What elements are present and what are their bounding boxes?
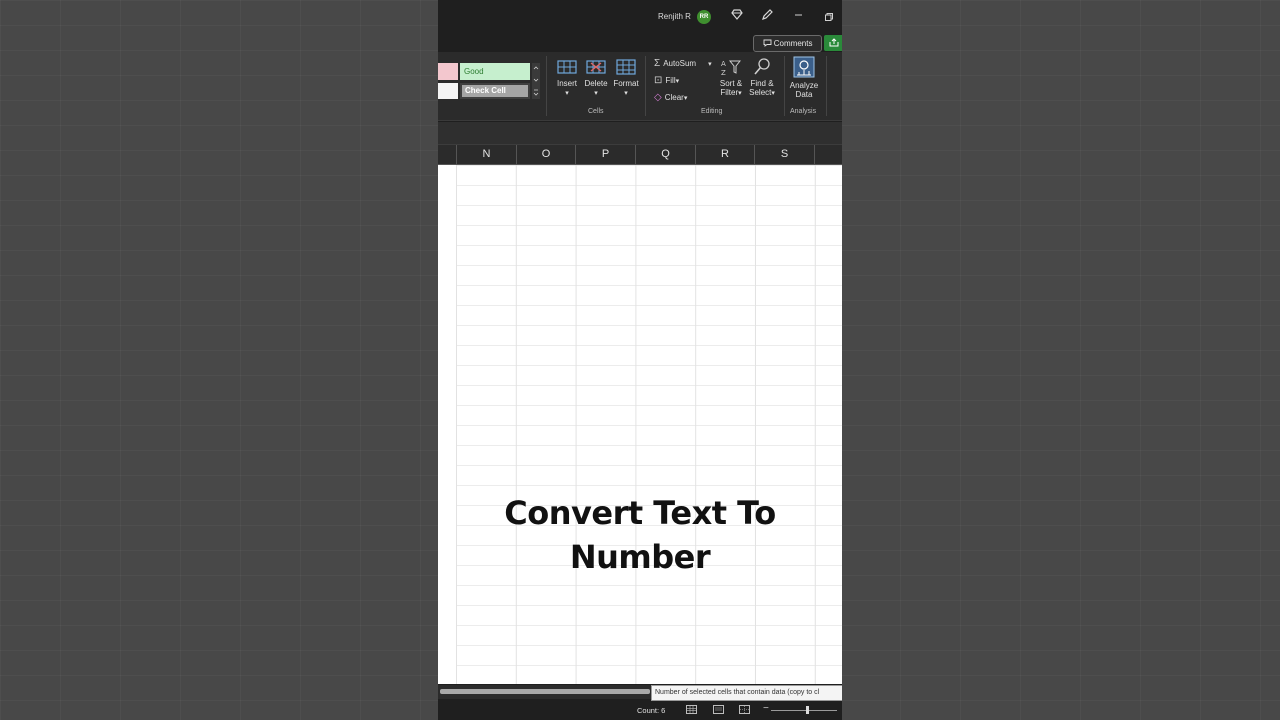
- analyze-data-icon: [793, 56, 815, 78]
- analysis-group-label: Analysis: [790, 108, 817, 115]
- row-header-corner[interactable]: [438, 145, 457, 164]
- style-good[interactable]: Good: [460, 63, 530, 80]
- column-header-r[interactable]: R: [696, 145, 755, 164]
- comments-label: Comments: [773, 39, 813, 48]
- column-header-partial[interactable]: [815, 145, 842, 164]
- normal-view-icon[interactable]: [686, 705, 697, 714]
- delete-cells-icon: [586, 60, 606, 74]
- user-avatar[interactable]: RR: [697, 10, 711, 24]
- column-header-o[interactable]: O: [517, 145, 576, 164]
- page-break-view-icon[interactable]: [739, 705, 750, 714]
- cells-group-label: Cells: [588, 108, 604, 115]
- restore-icon[interactable]: [825, 12, 833, 24]
- page-layout-view-icon[interactable]: [713, 705, 724, 714]
- editing-group-label: Editing: [701, 108, 723, 115]
- eraser-icon: ◇: [654, 92, 662, 103]
- find-select-label-2: Select: [749, 88, 772, 97]
- comments-button[interactable]: Comments: [753, 35, 822, 52]
- cell-styles-gallery: Good Check Cell: [438, 60, 540, 104]
- sort-filter-label-1: Sort &: [719, 79, 743, 88]
- formula-bar[interactable]: [438, 122, 842, 145]
- column-header-row: N O P Q R S: [438, 145, 842, 165]
- share-button[interactable]: [824, 35, 842, 51]
- pen-icon[interactable]: [761, 9, 773, 24]
- clear-label: Clear: [664, 93, 684, 102]
- diamond-icon[interactable]: [731, 9, 743, 23]
- video-caption: Convert Text To Number: [438, 491, 842, 579]
- sort-filter-label-2: Filter: [720, 88, 739, 97]
- column-header-s[interactable]: S: [755, 145, 815, 164]
- zoom-slider-knob[interactable]: [806, 706, 809, 714]
- column-header-n[interactable]: N: [457, 145, 517, 164]
- status-bar: Count: 6 −: [438, 701, 842, 720]
- autosum-label: AutoSum: [663, 59, 697, 68]
- magnifier-icon: [754, 58, 770, 75]
- format-cells-icon: [616, 59, 636, 75]
- excel-window: Renjith R RR Comments Good Check Cell In…: [438, 0, 842, 720]
- user-name: Renjith R: [658, 12, 691, 21]
- title-bar: Renjith R RR: [438, 0, 842, 34]
- caption-line-2: Number: [569, 538, 711, 576]
- insert-button[interactable]: Insert ▾: [555, 58, 579, 97]
- analyze-data-button[interactable]: Analyze Data: [788, 56, 820, 99]
- ribbon-separator: [546, 56, 547, 116]
- style-normal-swatch[interactable]: [438, 83, 458, 99]
- ribbon-separator: [645, 56, 646, 116]
- sort-filter-button[interactable]: AZ Sort & Filter▾: [717, 58, 745, 97]
- find-select-button[interactable]: Find & Select▾: [747, 58, 777, 97]
- style-check-cell[interactable]: Check Cell: [460, 83, 530, 99]
- fill-label: Fill: [665, 76, 676, 85]
- column-header-p[interactable]: P: [576, 145, 636, 164]
- row-header-strip: [438, 165, 457, 684]
- fill-button[interactable]: ⊡ Fill▾: [654, 75, 679, 86]
- sort-filter-icon: AZ: [721, 60, 741, 76]
- clear-button[interactable]: ◇ Clear▾: [654, 92, 687, 103]
- column-header-q[interactable]: Q: [636, 145, 696, 164]
- autosum-button[interactable]: Σ AutoSum ▾: [654, 58, 712, 69]
- ribbon-separator: [784, 56, 785, 116]
- delete-button[interactable]: Delete ▾: [584, 58, 608, 97]
- analyze-data-label-2: Data: [795, 90, 813, 99]
- share-icon: [829, 38, 839, 47]
- status-count[interactable]: Count: 6: [637, 706, 665, 715]
- comment-icon: [763, 39, 771, 47]
- svg-text:Z: Z: [721, 69, 726, 76]
- ribbon-separator: [826, 56, 827, 116]
- find-select-label-1: Find &: [750, 79, 774, 88]
- styles-scroll[interactable]: [532, 63, 540, 99]
- style-bad-swatch[interactable]: [438, 63, 458, 80]
- caption-line-1: Convert Text To: [504, 494, 776, 532]
- zoom-slider[interactable]: [771, 710, 837, 711]
- worksheet-grid[interactable]: Convert Text To Number: [438, 165, 842, 684]
- fill-down-icon: ⊡: [654, 75, 663, 86]
- svg-text:A: A: [721, 60, 726, 68]
- analyze-data-label-1: Analyze: [789, 81, 819, 90]
- minimize-icon[interactable]: [794, 10, 803, 22]
- delete-label: Delete: [584, 79, 608, 88]
- ribbon: Good Check Cell Insert ▾ Delete ▾ Format ▾ …: [438, 52, 842, 121]
- zoom-out-icon[interactable]: −: [763, 703, 769, 714]
- status-tooltip: Number of selected cells that contain da…: [651, 685, 842, 701]
- scrollbar-thumb[interactable]: [440, 689, 650, 694]
- format-label: Format: [613, 79, 639, 88]
- format-button[interactable]: Format ▾: [613, 58, 639, 97]
- sigma-icon: Σ: [654, 58, 661, 69]
- insert-cells-icon: [557, 60, 577, 74]
- insert-label: Insert: [556, 79, 577, 88]
